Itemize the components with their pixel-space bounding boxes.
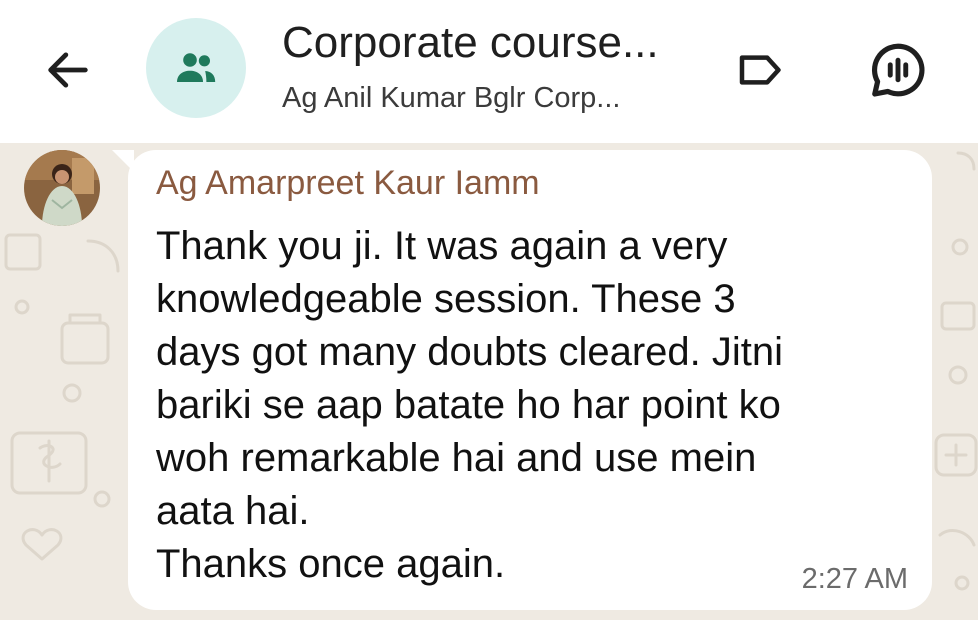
label-icon — [739, 55, 781, 85]
voice-chat-button[interactable] — [864, 36, 932, 104]
message-bubble[interactable]: Ag Amarpreet Kaur Iamm Thank you ji. It … — [128, 150, 932, 610]
sender-name[interactable]: Ag Amarpreet Kaur Iamm — [156, 164, 540, 203]
chat-title-block[interactable]: Corporate course... Ag Anil Kumar Bglr C… — [282, 14, 702, 118]
sender-avatar[interactable] — [24, 150, 100, 226]
back-button[interactable] — [36, 38, 100, 102]
message-text: Thank you ji. It was again a very knowle… — [156, 224, 784, 586]
chat-title: Corporate course... — [282, 18, 659, 67]
message-timestamp: 2:27 AM — [801, 563, 908, 595]
sender-photo — [24, 150, 100, 226]
arrow-left-icon — [48, 52, 88, 88]
group-avatar[interactable] — [146, 18, 246, 118]
voice-chat-icon — [871, 43, 925, 97]
label-button[interactable] — [728, 38, 792, 102]
group-icon — [177, 53, 216, 82]
chat-subtitle: Ag Anil Kumar Bglr Corp... — [282, 82, 621, 114]
chat-header: Corporate course... Ag Anil Kumar Bglr C… — [0, 0, 978, 143]
